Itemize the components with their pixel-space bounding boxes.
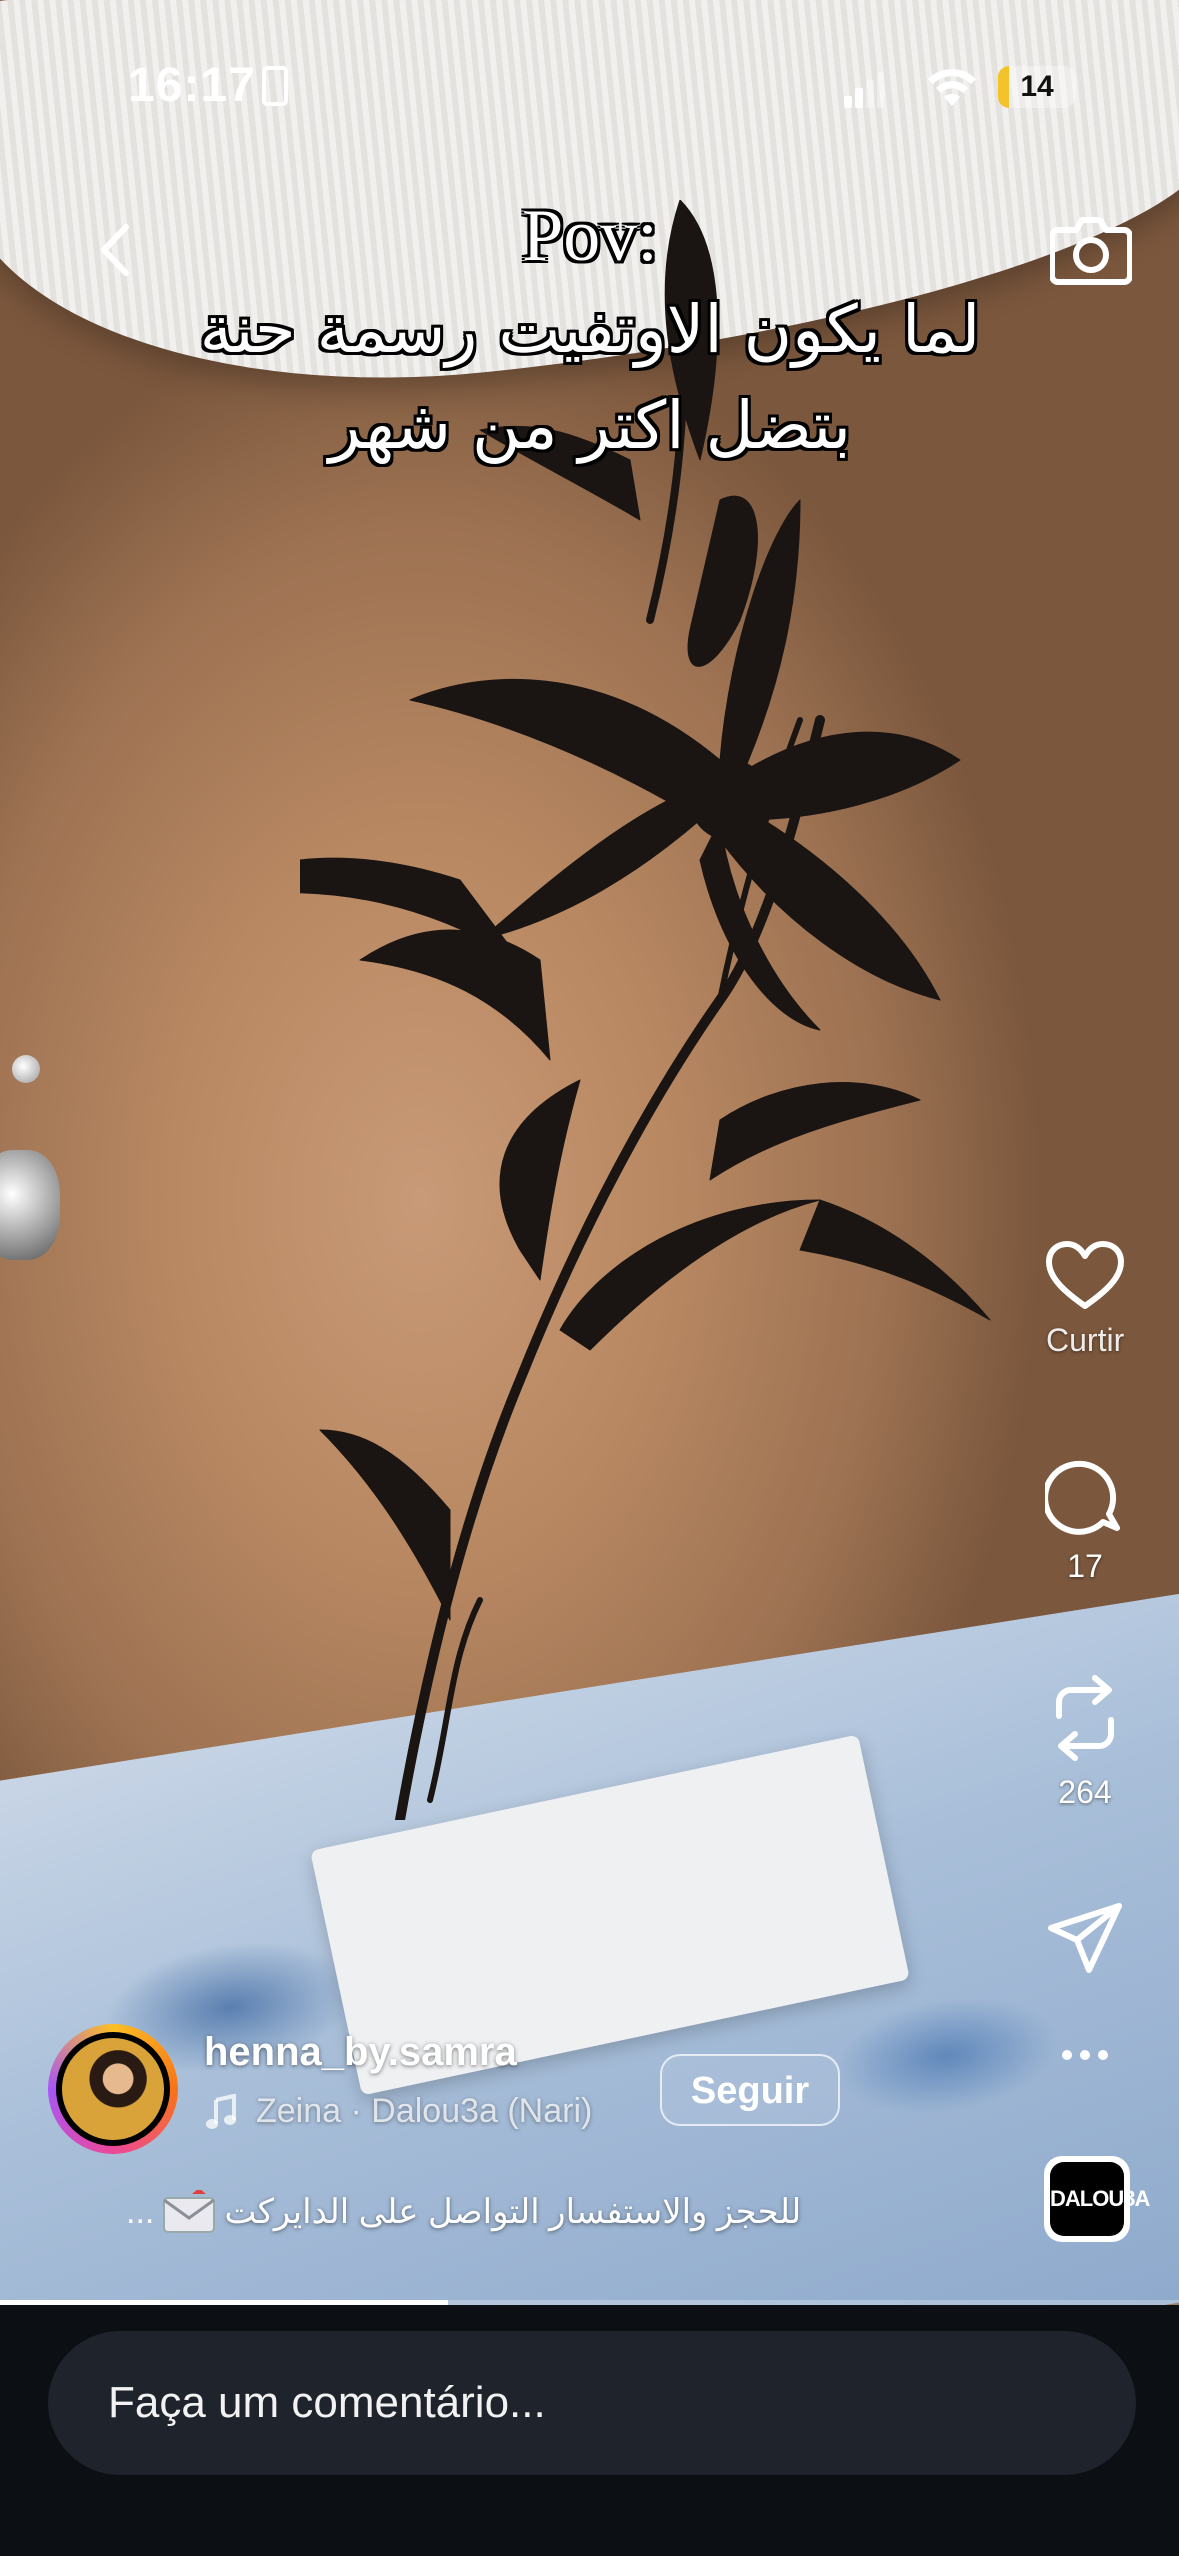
piercing-jewel xyxy=(0,1150,60,1260)
wifi-icon xyxy=(928,69,976,106)
description-text: للحجز والاستفسار التواصل على الدايركت xyxy=(224,2193,802,2231)
follow-button[interactable]: Seguir xyxy=(660,2054,840,2126)
reel-description[interactable]: ... للحجز والاستفسار التواصل على الدايرك… xyxy=(126,2190,801,2234)
piercing-top xyxy=(12,1055,40,1083)
audio-track-label: Zeina · Dalou3a (Nari) xyxy=(256,2092,593,2130)
status-time: 16:17 xyxy=(128,59,256,112)
repost-button[interactable]: 264 xyxy=(1030,1672,1140,1811)
audio-track[interactable]: Zeina · Dalou3a (Nari) xyxy=(204,2092,592,2131)
comment-button[interactable]: 17 xyxy=(1030,1458,1140,1585)
camera-icon[interactable] xyxy=(1050,210,1132,286)
repost-icon[interactable] xyxy=(1045,1672,1125,1764)
share-button[interactable] xyxy=(1030,1900,1140,1976)
paper-plane-icon[interactable] xyxy=(1045,1900,1125,1976)
more-options-button[interactable] xyxy=(1030,2040,1140,2070)
caption-title: Pov: xyxy=(522,195,658,277)
description-more: ... xyxy=(126,2192,155,2231)
like-label: Curtir xyxy=(1046,1322,1125,1358)
reposts-count: 264 xyxy=(1058,1774,1112,1810)
audio-thumbnail[interactable]: DALOU3A xyxy=(1044,2156,1150,2242)
like-button[interactable]: Curtir xyxy=(1030,1240,1140,1359)
caption-line-2: بتضل اكتر من شهر xyxy=(328,387,852,464)
comment-bubble-icon[interactable] xyxy=(1045,1458,1125,1538)
author-avatar[interactable] xyxy=(48,2024,178,2154)
avatar xyxy=(56,2032,170,2146)
music-note-icon xyxy=(206,2093,236,2129)
reel-screen: 16:17 14 Pov: لما يكون الاوتفيت رسمة حنة… xyxy=(0,0,1179,2556)
author-username[interactable]: henna_by.samra xyxy=(204,2030,517,2075)
battery-indicator: 14 xyxy=(998,66,1076,108)
more-dots-icon[interactable] xyxy=(1045,2040,1125,2070)
reel-caption-overlay: Pov: لما يكون الاوتفيت رسمة حنة بتضل اكت… xyxy=(170,190,1010,474)
cellular-signal-icon xyxy=(844,72,884,108)
sim-card-icon xyxy=(262,66,288,106)
comment-input[interactable]: Faça um comentário... xyxy=(48,2331,1136,2475)
comments-count: 17 xyxy=(1067,1548,1103,1584)
status-bar: 16:17 14 xyxy=(0,0,1179,150)
caption-line-1: لما يكون الاوتفيت رسمة حنة xyxy=(199,291,981,368)
chevron-left-icon[interactable] xyxy=(86,215,146,285)
heart-icon[interactable] xyxy=(1045,1240,1125,1312)
envelope-icon xyxy=(163,2190,216,2233)
comment-bar: Faça um comentário... xyxy=(0,2305,1179,2556)
battery-level: 14 xyxy=(1020,70,1054,103)
avatar-image xyxy=(62,2038,164,2140)
audio-thumb-label: DALOU3A xyxy=(1050,2162,1150,2236)
